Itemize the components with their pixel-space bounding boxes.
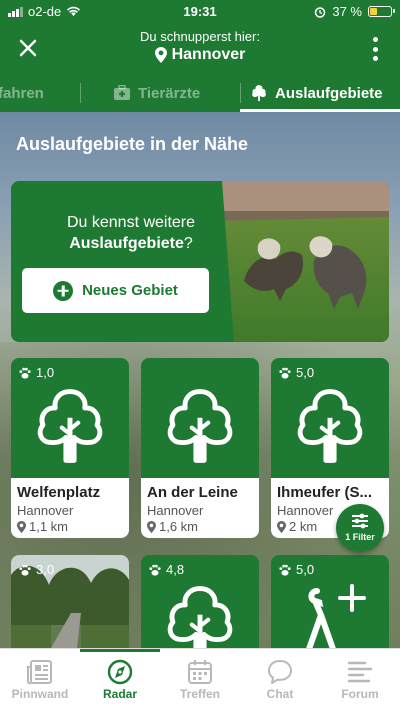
- paw-icon: [278, 563, 292, 577]
- add-area-banner: Du kennst weitere Auslaufgebiete? Neues …: [11, 181, 389, 342]
- filter-label: 1 Filter: [345, 532, 375, 542]
- banner-emphasis: Auslaufgebiete: [69, 235, 184, 252]
- rating-badge: 5,0: [278, 562, 314, 577]
- nav-label: Chat: [266, 687, 294, 701]
- area-distance: 1,1 km: [29, 519, 69, 534]
- paw-icon: [148, 563, 162, 577]
- paw-icon: [18, 563, 32, 577]
- tab-divider: [80, 83, 81, 103]
- banner-suffix: ?: [183, 235, 193, 252]
- nav-forum[interactable]: Forum: [320, 649, 400, 712]
- nav-label: Forum: [341, 687, 379, 701]
- rating-badge: 3,0: [18, 562, 54, 577]
- tab-tieraerzte[interactable]: Tierärzte: [113, 74, 200, 112]
- new-area-button-label: Neues Gebiet: [82, 282, 178, 299]
- tab-label: fahren: [0, 84, 44, 102]
- app-header: Du schnupperst hier: Hannover: [0, 24, 400, 74]
- tab-divider: [240, 83, 241, 103]
- battery-level: [370, 8, 377, 15]
- alarm-icon: [315, 6, 326, 18]
- location-pin-icon: [17, 521, 26, 533]
- location-selector[interactable]: Du schnupperst hier: Hannover: [0, 29, 400, 68]
- area-name: An der Leine: [147, 484, 238, 501]
- area-card-2[interactable]: 4,8: [141, 555, 259, 648]
- bottom-navigation: Pinnwand Radar Treffen Chat Forum: [0, 648, 400, 712]
- area-card-an-der-leine[interactable]: An der Leine Hannover 1,6 km: [141, 358, 259, 538]
- area-city: Hannover: [17, 503, 74, 518]
- paw-icon: [278, 366, 292, 380]
- rating-badge: 1,0: [18, 365, 54, 380]
- plus-icon: [338, 584, 366, 612]
- battery-percent: 37 %: [332, 4, 362, 19]
- nav-pinnwand[interactable]: Pinnwand: [0, 649, 80, 712]
- forum-icon: [347, 661, 373, 683]
- active-nav-indicator: [80, 649, 160, 652]
- area-distance: 2 km: [289, 519, 318, 534]
- area-name: Ihmeufer (S...: [277, 484, 373, 501]
- nav-treffen[interactable]: Treffen: [160, 649, 240, 712]
- tree-icon: [289, 385, 371, 467]
- area-list[interactable]: Auslaufgebiete in der Nähe Du kennst wei…: [0, 112, 400, 648]
- tree-icon: [159, 582, 241, 648]
- nav-label: Pinnwand: [11, 687, 69, 701]
- medical-bag-icon: [114, 85, 130, 100]
- location-pin-icon: [147, 521, 156, 533]
- filter-button[interactable]: 1 Filter: [336, 504, 384, 552]
- more-menu-icon[interactable]: [372, 37, 378, 61]
- calendar-icon: [188, 660, 212, 684]
- nav-label: Treffen: [179, 687, 220, 701]
- dogs-photo: [214, 181, 389, 342]
- area-city: Hannover: [147, 503, 204, 518]
- banner-line1: Du kennst weitere: [66, 214, 196, 231]
- paw-icon: [18, 366, 32, 380]
- location-pin-icon: [277, 521, 286, 533]
- plus-circle-icon: [53, 280, 74, 301]
- location-pin-icon: [155, 47, 167, 63]
- chat-icon: [268, 660, 292, 684]
- area-distance: 1,6 km: [159, 519, 199, 534]
- location-name: Hannover: [171, 46, 246, 63]
- new-area-button[interactable]: Neues Gebiet: [22, 268, 209, 313]
- section-title: Auslaufgebiete in der Nähe: [16, 134, 249, 154]
- rating-badge: 4,8: [148, 562, 184, 577]
- tree-icon: [29, 385, 111, 467]
- area-name: Welfenplatz: [17, 484, 101, 501]
- tab-label: Tierärzte: [138, 84, 201, 102]
- nav-chat[interactable]: Chat: [240, 649, 320, 712]
- location-subtitle: Du schnupperst hier:: [140, 29, 260, 44]
- tree-icon: [159, 385, 241, 467]
- tree-icon: [252, 85, 266, 102]
- newspaper-icon: [27, 660, 52, 685]
- tab-auslaufgebiete[interactable]: Auslaufgebiete: [250, 74, 383, 112]
- tab-label: Auslaufgebiete: [275, 84, 383, 102]
- area-card-welfenplatz[interactable]: 1,0 Welfenplatz Hannover 1,1 km: [11, 358, 129, 538]
- compass-icon: [107, 659, 133, 685]
- status-bar: o2-de 19:31 37 %: [0, 0, 400, 24]
- filter-sliders-icon: [352, 513, 368, 529]
- tab-gassifahren[interactable]: fahren: [0, 74, 44, 112]
- category-tabs: fahren Tierärzte Auslaufgebiete: [0, 74, 400, 112]
- battery-icon: [368, 6, 395, 17]
- rating-badge: 5,0: [278, 365, 314, 380]
- nav-radar[interactable]: Radar: [80, 649, 160, 712]
- banner-text: Du kennst weitere Auslaufgebiete?: [31, 212, 231, 254]
- add-fab[interactable]: [322, 568, 382, 628]
- nav-label: Radar: [102, 687, 137, 701]
- area-card-photo[interactable]: 3,0: [11, 555, 129, 648]
